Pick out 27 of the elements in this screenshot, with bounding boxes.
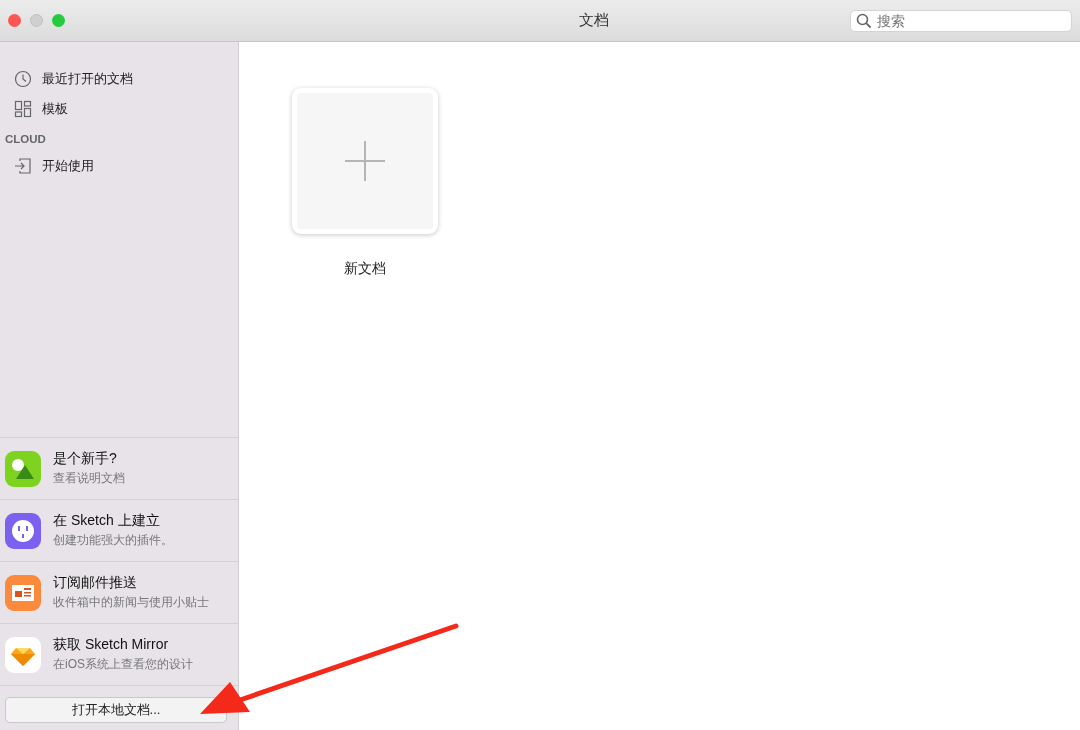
minimize-button[interactable] — [30, 14, 43, 27]
promo-title: 获取 Sketch Mirror — [53, 636, 170, 654]
plus-icon — [345, 141, 385, 181]
promo-subtitle: 创建功能强大的插件。 — [53, 532, 173, 549]
zoom-button[interactable] — [52, 14, 65, 27]
grid-icon — [14, 100, 32, 118]
window-title: 文档 — [578, 11, 610, 30]
promo-title: 在 Sketch 上建立 — [53, 512, 161, 530]
promo-subtitle: 在iOS系统上查看您的设计 — [53, 656, 193, 673]
section-heading: CLOUD — [4, 132, 47, 147]
document-label: 新文档 — [344, 260, 386, 278]
plug-app-icon[interactable] — [5, 512, 41, 549]
shapes-app-icon[interactable] — [5, 450, 41, 487]
sidebar-item[interactable]: 开始使用 — [42, 157, 94, 175]
promo-subtitle: 查看说明文档 — [53, 470, 125, 487]
sidebar-item[interactable]: 模板 — [42, 100, 68, 118]
sidebar-item[interactable]: 最近打开的文档 — [42, 70, 133, 88]
promo-subtitle: 收件箱中的新闻与使用小贴士 — [53, 594, 209, 611]
diamond-app-icon[interactable] — [5, 636, 41, 673]
close-button[interactable] — [8, 14, 21, 27]
newspaper-app-icon[interactable] — [5, 574, 41, 611]
open-local-document-button[interactable]: 打开本地文档... — [5, 697, 227, 723]
promo-title: 是个新手? — [53, 450, 118, 468]
clock-icon — [14, 70, 32, 88]
sign-in-icon — [14, 157, 32, 175]
search-field[interactable]: 搜索 — [850, 9, 1072, 32]
promo-title: 订阅邮件推送 — [53, 574, 138, 592]
